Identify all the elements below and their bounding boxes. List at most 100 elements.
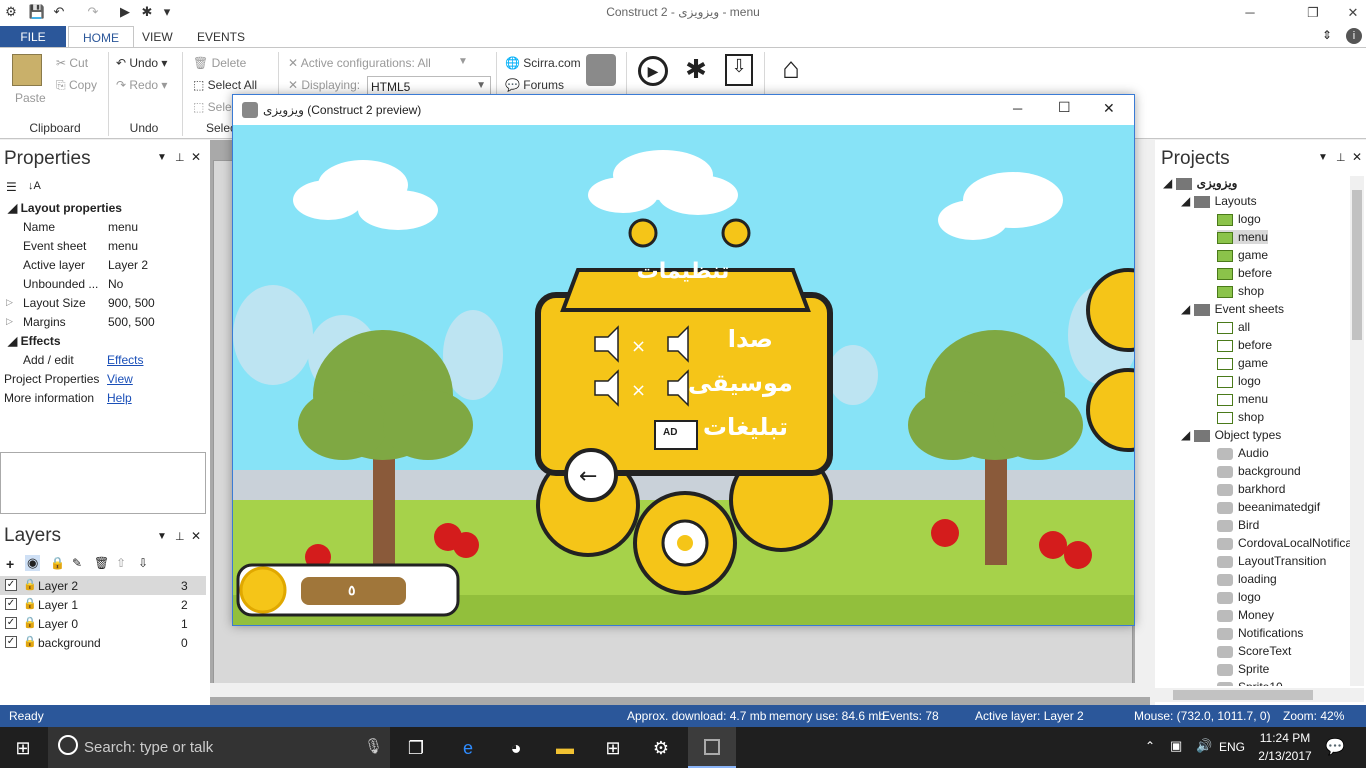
- collapse-icon[interactable]: ◢: [1181, 302, 1194, 316]
- windows-start-icon[interactable]: ⊞: [10, 735, 36, 761]
- add-layer-icon[interactable]: +: [6, 556, 14, 572]
- panel-menu-icon[interactable]: ▼: [157, 152, 167, 163]
- action-center-icon[interactable]: 💬: [1325, 737, 1345, 757]
- ribbon-collapse-icon[interactable]: ⇕: [1322, 28, 1332, 42]
- expand-icon[interactable]: ▷: [6, 316, 13, 327]
- categorize-icon[interactable]: ☰: [6, 180, 17, 194]
- show-hidden-icons[interactable]: ⌃: [1145, 739, 1155, 753]
- run-layout-icon[interactable]: ▶: [638, 56, 668, 86]
- panel-menu-icon[interactable]: ▼: [1318, 152, 1328, 163]
- add-coins-button[interactable]: [408, 570, 453, 610]
- preview-window[interactable]: ویزویزی (Construct 2 preview) ─ ☐ ✕ × × …: [232, 94, 1135, 626]
- redo-button[interactable]: ↷ Redo ▾: [116, 78, 167, 92]
- layer-row[interactable]: ✓ 🔒 background 0: [0, 633, 206, 652]
- lock-icon[interactable]: 🔒: [50, 556, 65, 570]
- pin-icon[interactable]: ⊥: [175, 530, 185, 543]
- layer-visible-checkbox[interactable]: ✓: [5, 598, 17, 610]
- lock-icon[interactable]: 🔒: [23, 616, 37, 629]
- active-config-dropdown[interactable]: ✕ Active configurations: All: [288, 56, 431, 70]
- debug-bug-icon[interactable]: ✱: [680, 54, 712, 86]
- close-button[interactable]: ✕: [1330, 0, 1366, 26]
- tree-event-sheet-item[interactable]: logo: [1217, 374, 1261, 388]
- lock-icon[interactable]: 🔒: [23, 578, 37, 591]
- tab-events[interactable]: EVENTS: [183, 26, 259, 48]
- help-link[interactable]: Help: [107, 391, 132, 405]
- collapse-icon[interactable]: ◢: [1181, 428, 1194, 442]
- chrome-icon[interactable]: ◕: [503, 735, 529, 761]
- info-icon[interactable]: i: [1346, 28, 1362, 44]
- layer-visible-checkbox[interactable]: ✓: [5, 579, 17, 591]
- effects-link[interactable]: Effects: [107, 353, 143, 367]
- tab-file[interactable]: FILE: [0, 26, 66, 48]
- search-box[interactable]: Search: type or talk 🎙: [48, 727, 390, 768]
- ads-toggle[interactable]: [651, 417, 701, 451]
- sound-toggle[interactable]: [573, 293, 713, 329]
- tree-object-item[interactable]: LayoutTransition: [1217, 554, 1326, 568]
- move-down-icon[interactable]: ⇩: [138, 556, 148, 570]
- sort-az-icon[interactable]: ↓A: [28, 180, 41, 192]
- back-button[interactable]: [566, 450, 616, 500]
- volume-icon[interactable]: 🔊: [1196, 738, 1212, 754]
- select-all-button[interactable]: ⬚ Select All: [193, 78, 257, 92]
- export-icon[interactable]: ⇩: [725, 54, 753, 86]
- delete-layer-icon[interactable]: 🗑: [94, 556, 109, 570]
- edit-icon[interactable]: ✎: [72, 556, 82, 570]
- projects-scrollbar[interactable]: [1350, 176, 1364, 686]
- tree-object-item[interactable]: Sprite: [1217, 662, 1269, 676]
- vertical-scrollbar[interactable]: [1135, 140, 1150, 683]
- cut-button[interactable]: ✂ Cut: [56, 56, 88, 70]
- tree-object-item[interactable]: background: [1217, 464, 1301, 478]
- network-icon[interactable]: ▣: [1170, 738, 1182, 754]
- collapse-icon[interactable]: ◢: [1163, 176, 1176, 190]
- shop-button[interactable]: [731, 465, 831, 545]
- scroll-thumb[interactable]: [1173, 690, 1313, 700]
- tree-layout-item[interactable]: menu: [1217, 230, 1269, 244]
- view-link[interactable]: View: [107, 372, 133, 386]
- undo-button[interactable]: ↶ Undo ▾: [116, 56, 167, 70]
- eye-icon[interactable]: ◉: [25, 555, 41, 571]
- trophy-button[interactable]: [538, 455, 568, 555]
- property-value[interactable]: No: [108, 277, 123, 291]
- preview-minimize-button[interactable]: ─: [1013, 101, 1022, 116]
- tree-object-item[interactable]: beeanimatedgif: [1217, 500, 1320, 514]
- minimize-button[interactable]: ─: [1227, 0, 1273, 26]
- lock-icon[interactable]: 🔒: [23, 597, 37, 610]
- store-icon[interactable]: ⊞: [600, 735, 626, 761]
- preview-maximize-button[interactable]: ☐: [1058, 99, 1071, 116]
- move-up-icon[interactable]: ⇧: [116, 556, 126, 570]
- settings-gear-button[interactable]: [635, 493, 735, 593]
- file-explorer-icon[interactable]: ▬: [552, 735, 578, 761]
- select-none-button[interactable]: ⬚ Sele: [193, 100, 232, 114]
- expand-icon[interactable]: ▷: [6, 297, 13, 308]
- tree-object-item[interactable]: Sprite10: [1217, 680, 1283, 686]
- preview-taskbar-button[interactable]: [688, 727, 736, 768]
- clock-time[interactable]: 11:24 PM: [1255, 731, 1315, 745]
- forums-link[interactable]: 💬 Forums: [505, 78, 564, 92]
- tree-object-item[interactable]: Notifications: [1217, 626, 1303, 640]
- copy-button[interactable]: ⎘ Copy: [56, 78, 97, 93]
- preview-close-button[interactable]: ✕: [1103, 100, 1115, 117]
- scirra-link[interactable]: 🌐 Scirra.com: [505, 56, 581, 70]
- tree-event-sheet-item[interactable]: before: [1217, 338, 1272, 352]
- layer-visible-checkbox[interactable]: ✓: [5, 617, 17, 629]
- game-canvas[interactable]: × × ← + تنظیمات صدا موسیقی تبلیغات AD ٥: [233, 125, 1134, 625]
- property-value[interactable]: menu: [108, 239, 138, 253]
- displaying-select[interactable]: HTML5 ▼: [367, 76, 491, 96]
- close-icon[interactable]: ✕: [191, 529, 201, 543]
- layer-row[interactable]: ✓ 🔒 Layer 1 2: [0, 595, 206, 614]
- music-toggle[interactable]: [573, 337, 713, 373]
- panel-menu-icon[interactable]: ▼: [157, 531, 167, 542]
- delete-button[interactable]: 🗑 Delete: [193, 56, 246, 70]
- tab-home[interactable]: HOME: [68, 26, 134, 49]
- property-value[interactable]: menu: [108, 220, 138, 234]
- projects-hscrollbar[interactable]: [1155, 688, 1364, 702]
- close-icon[interactable]: ✕: [1352, 150, 1362, 164]
- horizontal-scrollbar[interactable]: [210, 683, 1150, 697]
- construct-icon[interactable]: ⚙: [648, 735, 674, 761]
- tree-object-item[interactable]: Money: [1217, 608, 1274, 622]
- tree-object-item[interactable]: CordovaLocalNotifica: [1217, 536, 1350, 550]
- tree-event-sheet-item[interactable]: menu: [1217, 392, 1268, 406]
- tree-event-sheet-item[interactable]: shop: [1217, 410, 1264, 424]
- layer-visible-checkbox[interactable]: ✓: [5, 636, 17, 648]
- tree-object-item[interactable]: loading: [1217, 572, 1277, 586]
